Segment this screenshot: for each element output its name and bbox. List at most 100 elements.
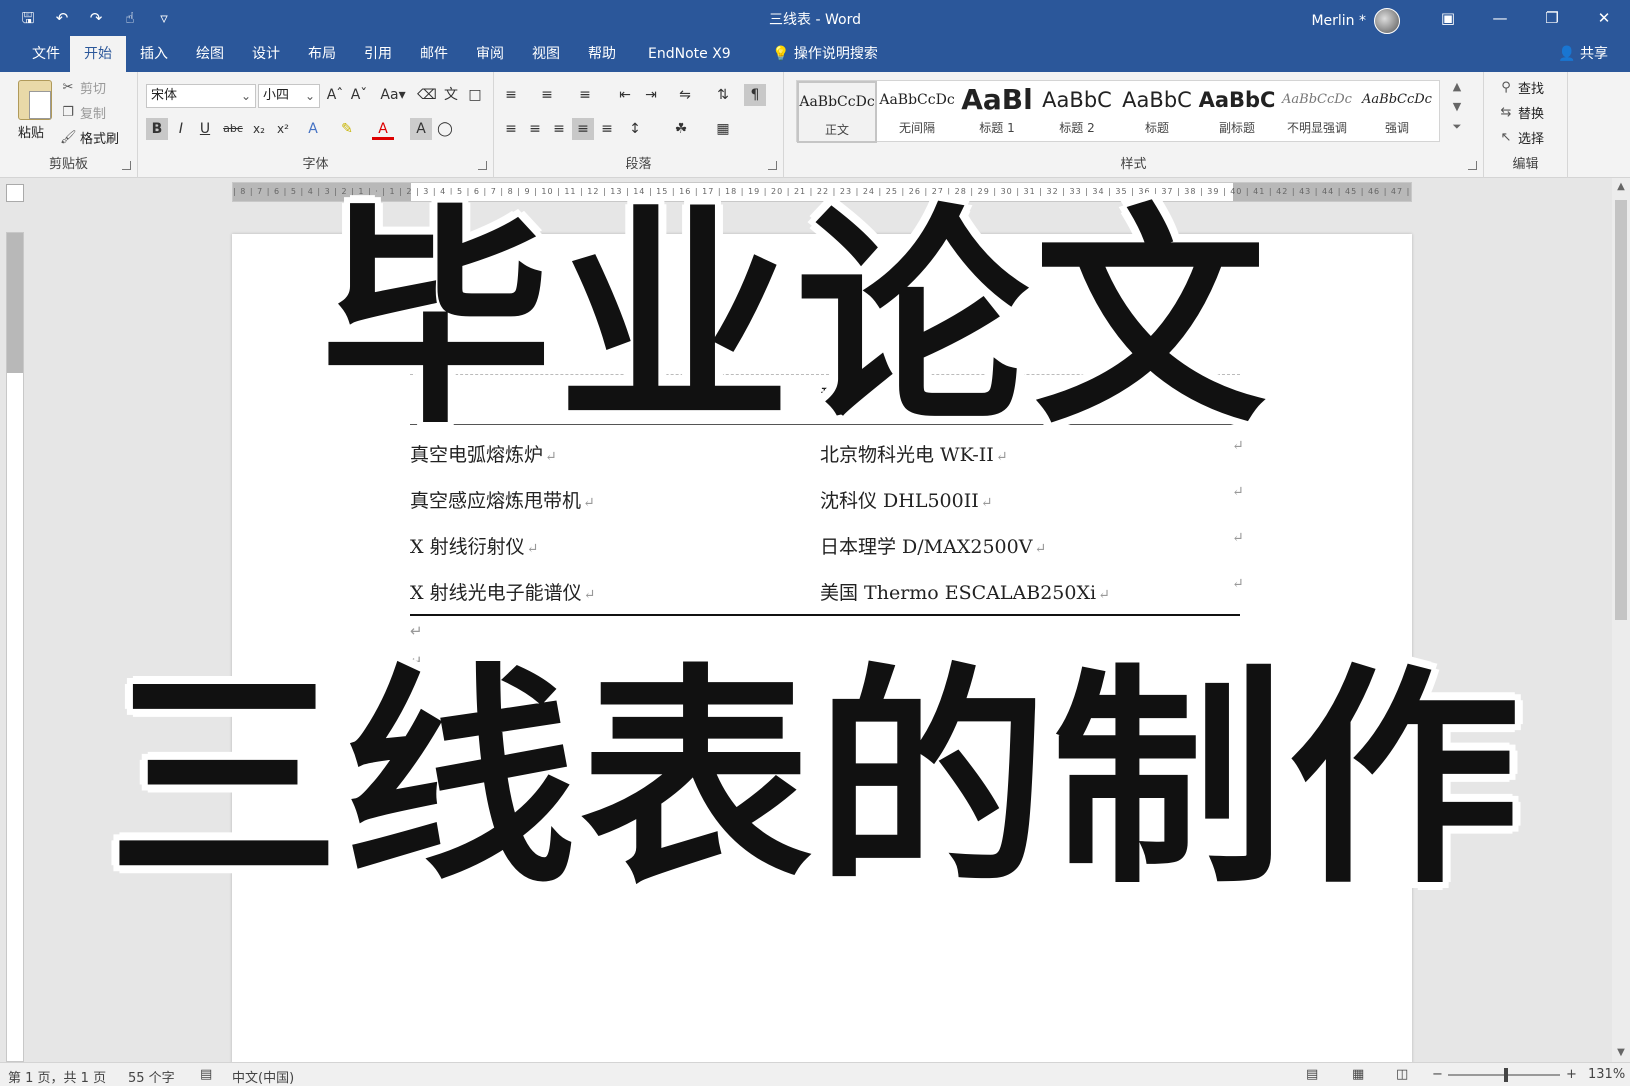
sort-icon[interactable]: ⇅ [712,84,734,106]
tab-endnote[interactable]: EndNote X9 [634,36,745,72]
font-size-select[interactable]: 小四 ⌄ [258,84,320,108]
scroll-up-icon[interactable]: ▲ [1612,178,1630,196]
font-color-icon[interactable]: A [372,118,394,140]
scroll-down-icon[interactable]: ▼ [1612,1044,1630,1062]
clear-format-icon[interactable]: ⌫ [416,84,438,106]
table-row[interactable]: X 射线光电子能谱仪 ↵ 美国 Thermo ESCALAB250Xi ↵ ↵ [410,568,1244,614]
justify-icon[interactable]: ≡ [572,118,594,140]
styles-launcher-icon[interactable] [1468,161,1477,170]
proofing-icon[interactable]: ▤ [200,1067,212,1082]
bullets-icon[interactable]: ≡ [500,84,522,106]
style-heading-1[interactable]: AaBl 标题 1 [957,81,1037,143]
font-name-select[interactable]: 宋体 ⌄ [146,84,256,108]
zoom-in-icon[interactable]: + [1566,1067,1577,1082]
line-spacing-icon[interactable]: ↕ [624,118,646,140]
page-count[interactable]: 第 1 页，共 1 页 [8,1067,106,1086]
shrink-font-icon[interactable]: Aˇ [348,84,370,106]
bold-icon[interactable]: B [146,118,168,140]
tab-insert[interactable]: 插入 [126,36,182,72]
replace-button[interactable]: ⇆ 替换 [1498,103,1544,123]
select-button[interactable]: ↖ 选择 [1498,128,1544,148]
tab-review[interactable]: 审阅 [462,36,518,72]
align-right-icon[interactable]: ≡ [548,118,570,140]
style-gallery-scroll[interactable]: ▲ ▼ ⏷ [1448,80,1466,142]
tell-me-search[interactable]: 💡 操作说明搜索 [758,36,892,72]
distributed-icon[interactable]: ≡ [596,118,618,140]
table-cell[interactable]: X 射线光电子能谱仪 ↵ [410,578,595,605]
tab-file[interactable]: 文件 [18,36,74,72]
tab-design[interactable]: 设计 [238,36,294,72]
align-center-icon[interactable]: ≡ [524,118,546,140]
word-count[interactable]: 55 个字 [128,1067,175,1086]
style-normal[interactable]: AaBbCcDc 正文 [797,81,877,143]
numbering-icon[interactable]: ≡ [536,84,558,106]
underline-icon[interactable]: U [194,118,216,140]
chevron-down-icon[interactable]: ▼ [1448,100,1466,120]
more-styles-icon[interactable]: ⏷ [1448,120,1466,140]
strikethrough-icon[interactable]: abc [222,118,244,140]
text-effects-icon[interactable]: A [302,118,324,140]
copy-button[interactable]: ❐ 复制 [60,103,106,123]
tab-references[interactable]: 引用 [350,36,406,72]
paragraph-launcher-icon[interactable] [768,161,777,170]
tab-view[interactable]: 视图 [518,36,574,72]
avatar[interactable] [1374,8,1400,34]
style-emphasis[interactable]: AaBbCcDc 强调 [1357,81,1437,143]
table-cell[interactable]: 真空感应熔炼甩带机 ↵ [410,486,595,513]
minimize-icon[interactable]: — [1474,0,1526,36]
increase-indent-icon[interactable]: ⇥ [640,84,662,106]
tab-help[interactable]: 帮助 [574,36,630,72]
ribbon-display-icon[interactable]: ▣ [1422,0,1474,36]
decrease-indent-icon[interactable]: ⇤ [614,84,636,106]
enclose-char-icon[interactable]: ◯ [434,118,456,140]
highlight-icon[interactable]: ✎ [336,118,358,140]
style-subtle-emphasis[interactable]: AaBbCcDc 不明显强调 [1277,81,1357,143]
font-launcher-icon[interactable] [478,161,487,170]
grow-font-icon[interactable]: Aˆ [324,84,346,106]
table-cell[interactable]: X 射线衍射仪 ↵ [410,532,538,559]
superscript-icon[interactable]: x² [272,118,294,140]
restore-icon[interactable]: ❐ [1526,0,1578,36]
char-border-icon[interactable]: □ [464,84,486,106]
style-no-spacing[interactable]: AaBbCcDc 无间隔 [877,81,957,143]
table-cell[interactable]: 沈科仪 DHL500II ↵ [820,486,992,513]
subscript-icon[interactable]: x₂ [248,118,270,140]
cut-button[interactable]: ✂ 剪切 [60,78,106,98]
text-direction-icon[interactable]: ⇋ [674,84,696,106]
change-case-icon[interactable]: Aa▾ [378,84,408,106]
find-button[interactable]: ⚲ 查找 [1498,78,1544,98]
vertical-scrollbar[interactable]: ▲ ▼ [1612,178,1630,1062]
zoom-slider-thumb[interactable] [1504,1068,1508,1082]
table-row[interactable]: 真空感应熔炼甩带机 ↵ 沈科仪 DHL500II ↵ ↵ [410,476,1244,522]
zoom-out-icon[interactable]: − [1432,1067,1443,1082]
chevron-up-icon[interactable]: ▲ [1448,80,1466,100]
shading-icon[interactable]: ☘ [670,118,692,140]
tab-layout[interactable]: 布局 [294,36,350,72]
align-left-icon[interactable]: ≡ [500,118,522,140]
tab-home[interactable]: 开始 [70,36,126,72]
print-layout-icon[interactable]: ▦ [1352,1067,1364,1082]
close-icon[interactable]: ✕ [1578,0,1630,36]
phonetic-guide-icon[interactable]: 文 [440,84,462,106]
tab-selector[interactable] [6,184,24,202]
borders-icon[interactable]: ▦ [712,118,734,140]
zoom-level[interactable]: 131% [1588,1067,1625,1082]
tab-draw[interactable]: 绘图 [182,36,238,72]
table-cell[interactable]: 美国 Thermo ESCALAB250Xi ↵ [820,578,1110,605]
table-cell[interactable]: 日本理学 D/MAX2500V ↵ [820,532,1046,559]
style-subtitle[interactable]: AaBbC 副标题 [1197,81,1277,143]
show-marks-icon[interactable]: ¶ [744,84,766,106]
format-painter-button[interactable]: 🖌 格式刷 [60,128,119,148]
scroll-thumb[interactable] [1615,200,1627,620]
read-mode-icon[interactable]: ▤ [1306,1067,1318,1082]
vertical-ruler[interactable] [6,232,24,1062]
char-shading-icon[interactable]: A [410,118,432,140]
clipboard-launcher-icon[interactable] [122,161,131,170]
multilevel-list-icon[interactable]: ≡ [574,84,596,106]
language-indicator[interactable]: 中文(中国) [232,1067,294,1086]
italic-icon[interactable]: I [170,118,192,140]
tab-mailings[interactable]: 邮件 [406,36,462,72]
share-button[interactable]: 👤 共享 [1558,36,1608,72]
style-heading-2[interactable]: AaBbC 标题 2 [1037,81,1117,143]
user-account[interactable]: Merlin * [1311,8,1400,34]
